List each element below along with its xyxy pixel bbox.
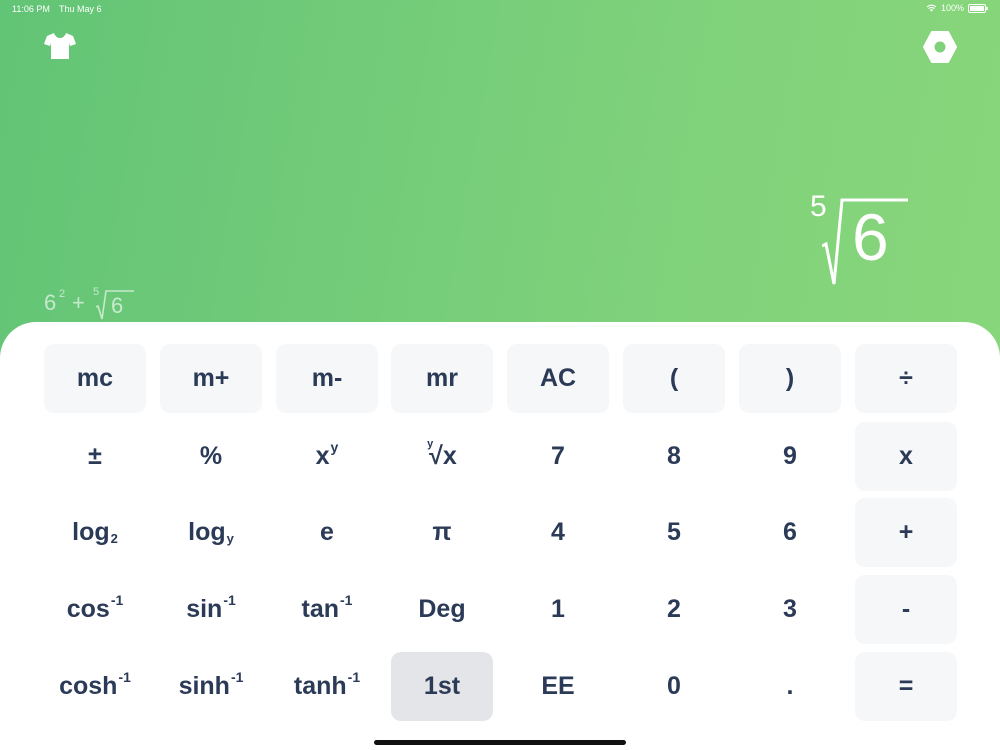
nth-root-button[interactable]: y √x [391, 422, 493, 491]
acos-inverse: -1 [110, 591, 124, 608]
log2-label: log [72, 518, 110, 546]
atan-label: tan [301, 595, 340, 623]
memory-clear-button[interactable]: mc [44, 344, 146, 413]
digit-4-button[interactable]: 4 [507, 498, 609, 567]
acosh-button[interactable]: cosh -1 [44, 652, 146, 721]
plus-minus-button[interactable]: ± [44, 422, 146, 491]
battery-percent: 100% [940, 3, 964, 13]
power-base-label: x [315, 442, 330, 470]
log2-subscript: 2 [110, 531, 118, 546]
atanh-label: tanh [293, 672, 347, 700]
history-expression[interactable]: 6 2 + 5 6 [44, 285, 164, 321]
memory-add-button[interactable]: m+ [160, 344, 262, 413]
status-date: Thu May 6 [59, 4, 102, 14]
acosh-inverse: -1 [118, 668, 131, 685]
digit-9-button[interactable]: 9 [739, 422, 841, 491]
open-paren-button[interactable]: ( [623, 344, 725, 413]
logy-label: log [188, 518, 226, 546]
asinh-button[interactable]: sinh -1 [160, 652, 262, 721]
nth-root-var: x [442, 442, 457, 470]
percent-button[interactable]: % [160, 422, 262, 491]
digit-0-button[interactable]: 0 [623, 652, 725, 721]
asin-button[interactable]: sin -1 [160, 575, 262, 644]
wifi-icon [926, 4, 937, 12]
equals-button[interactable]: = [855, 652, 957, 721]
history-base: 6 [44, 290, 57, 315]
atan-inverse: -1 [340, 591, 353, 608]
acosh-label: cosh [59, 672, 118, 700]
multiply-button[interactable]: x [855, 422, 957, 491]
history-operator: + [72, 290, 85, 315]
theme-button[interactable] [43, 31, 77, 61]
asinh-inverse: -1 [230, 668, 244, 685]
all-clear-button[interactable]: AC [507, 344, 609, 413]
add-button[interactable]: + [855, 498, 957, 567]
nth-root-label: y √x [427, 438, 457, 471]
second-function-toggle-button[interactable]: 1st [391, 652, 493, 721]
divide-button[interactable]: ÷ [855, 344, 957, 413]
digit-8-button[interactable]: 8 [623, 422, 725, 491]
tshirt-icon [44, 33, 76, 59]
radicand: 6 [852, 200, 889, 274]
pi-button[interactable]: π [391, 498, 493, 567]
asin-label: sin [186, 595, 223, 623]
nth-root-index: y [427, 438, 434, 450]
digit-2-button[interactable]: 2 [623, 575, 725, 644]
atanh-button[interactable]: tanh -1 [276, 652, 378, 721]
hexagon-nut-icon [923, 31, 957, 63]
angle-mode-button[interactable]: Deg [391, 575, 493, 644]
history-exponent: 2 [59, 288, 66, 300]
result-display: 5 6 [766, 190, 966, 290]
decimal-point-button[interactable]: . [739, 652, 841, 721]
history-radicand: 6 [111, 293, 124, 318]
subtract-button[interactable]: - [855, 575, 957, 644]
digit-3-button[interactable]: 3 [739, 575, 841, 644]
atan-button[interactable]: tan -1 [276, 575, 378, 644]
logy-subscript: y [226, 531, 234, 546]
calculator-screen: 11:06 PM Thu May 6 100% 5 6 6 2 + 5 6 mc… [0, 0, 1000, 750]
atanh-inverse: -1 [347, 668, 361, 685]
euler-button[interactable]: e [276, 498, 378, 567]
asinh-label: sinh [178, 672, 230, 700]
exponent-ee-button[interactable]: EE [507, 652, 609, 721]
home-indicator[interactable] [374, 740, 626, 745]
digit-6-button[interactable]: 6 [739, 498, 841, 567]
settings-button[interactable] [922, 30, 958, 64]
keypad: mc m+ m- mr AC ( ) ÷ ± % xy y √x 7 8 9 x … [0, 322, 1000, 750]
status-time: 11:06 PM [12, 4, 50, 14]
acos-label: cos [66, 595, 110, 623]
digit-1-button[interactable]: 1 [507, 575, 609, 644]
acos-button[interactable]: cos -1 [44, 575, 146, 644]
digit-5-button[interactable]: 5 [623, 498, 725, 567]
digit-7-button[interactable]: 7 [507, 422, 609, 491]
log2-button[interactable]: log 2 [44, 498, 146, 567]
status-indicators: 100% [926, 3, 988, 13]
close-paren-button[interactable]: ) [739, 344, 841, 413]
asin-inverse: -1 [223, 591, 236, 608]
logy-button[interactable]: log y [160, 498, 262, 567]
memory-subtract-button[interactable]: m- [276, 344, 378, 413]
battery-icon [968, 3, 988, 13]
status-bar: 11:06 PM Thu May 6 100% [0, 0, 1000, 18]
power-button[interactable]: xy [276, 422, 378, 491]
memory-recall-button[interactable]: mr [391, 344, 493, 413]
power-exp-label: y [330, 438, 339, 455]
